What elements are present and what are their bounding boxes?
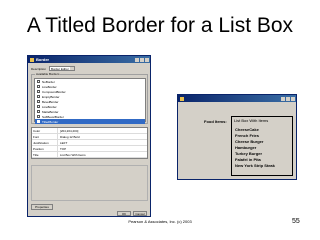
ok-button[interactable]: OK xyxy=(117,211,131,216)
border-item-label: CompoundBorder xyxy=(42,89,66,94)
window-app-icon xyxy=(30,57,34,62)
slide-title: A Titled Border for a List Box xyxy=(26,14,294,37)
property-value[interactable]: [204,204,204] xyxy=(58,128,147,133)
demo-app-titlebar[interactable] xyxy=(178,95,296,102)
titled-listbox[interactable]: List Box With Items CheeseCake French Fr… xyxy=(231,116,293,176)
border-swatch-icon xyxy=(37,105,40,108)
dialog-buttons: OK Cancel xyxy=(117,211,147,216)
border-swatch-icon xyxy=(37,90,40,93)
cancel-button[interactable]: Cancel xyxy=(133,211,147,216)
border-properties-table: Color [204,204,204] Font Dialog 12 Bold Ju… xyxy=(31,127,148,159)
property-name: Position xyxy=(32,146,58,151)
border-editor-title: Border xyxy=(36,56,50,62)
border-swatch-icon xyxy=(37,120,40,123)
property-value[interactable]: TOP xyxy=(58,146,147,151)
minimize-icon[interactable] xyxy=(135,57,139,62)
border-item-label: MatteBorder xyxy=(42,109,59,114)
border-swatch-icon xyxy=(37,115,40,118)
property-name: Justification xyxy=(32,140,58,145)
border-item-label: BevelBorder xyxy=(42,99,59,104)
border-list-item-selected[interactable]: TitledBorder xyxy=(35,119,145,124)
properties-button[interactable]: Properties xyxy=(31,204,53,210)
border-item-label: NoBorder xyxy=(42,79,55,84)
border-swatch-icon xyxy=(37,80,40,83)
property-value[interactable]: LEFT xyxy=(58,140,147,145)
border-item-label: TitledBorder xyxy=(42,119,59,124)
page-number: 55 xyxy=(292,218,300,225)
available-borders-label: Available Borders xyxy=(35,72,61,76)
slide-footer: Pearson & Associates, Inc. (c) 2003 xyxy=(128,219,192,224)
close-icon[interactable] xyxy=(145,57,149,62)
border-swatch-icon xyxy=(37,85,40,88)
border-editor-window: Border Description Border Editor Availab… xyxy=(27,55,151,217)
close-icon[interactable] xyxy=(291,96,295,101)
property-name: Color xyxy=(32,128,58,133)
property-name: Font xyxy=(32,134,58,139)
border-swatch-icon xyxy=(37,100,40,103)
border-preview-area xyxy=(31,165,148,201)
border-item-label: EmptyBorder xyxy=(42,94,60,99)
border-item-label: LineBorder xyxy=(42,84,57,89)
food-list[interactable]: CheeseCake French Fries Cheese Burger Ha… xyxy=(235,127,275,169)
description-row: Description Border Editor xyxy=(31,66,76,71)
demo-app-window: Food Items: List Box With Items CheeseCa… xyxy=(177,94,297,180)
border-editor-titlebar[interactable]: Border xyxy=(28,56,150,63)
maximize-icon[interactable] xyxy=(140,57,144,62)
minimize-icon[interactable] xyxy=(281,96,285,101)
property-name: Title xyxy=(32,152,58,157)
border-item-label: LineBorder xyxy=(42,104,57,109)
border-list[interactable]: NoBorder LineBorder CompoundBorder Empty… xyxy=(34,78,146,124)
description-value: Border Editor xyxy=(51,66,69,71)
border-swatch-icon xyxy=(37,95,40,98)
property-row[interactable]: Title List Box With Items xyxy=(32,152,147,158)
window-app-icon xyxy=(180,96,184,101)
property-value[interactable]: Dialog 12 Bold xyxy=(58,134,147,139)
list-item[interactable]: New York Strip Steak xyxy=(235,163,275,169)
listbox-border-title: List Box With Items xyxy=(234,118,269,123)
property-value[interactable]: List Box With Items xyxy=(58,152,147,157)
description-select[interactable]: Border Editor xyxy=(49,66,76,71)
border-swatch-icon xyxy=(37,110,40,113)
chevron-down-icon[interactable] xyxy=(70,67,75,70)
description-label: Description xyxy=(31,66,47,71)
maximize-icon[interactable] xyxy=(286,96,290,101)
available-borders-group: Available Borders NoBorder LineBorder Co… xyxy=(31,72,148,124)
food-items-label: Food Items: xyxy=(204,119,227,124)
border-item-label: SoftBevelBorder xyxy=(42,114,64,119)
